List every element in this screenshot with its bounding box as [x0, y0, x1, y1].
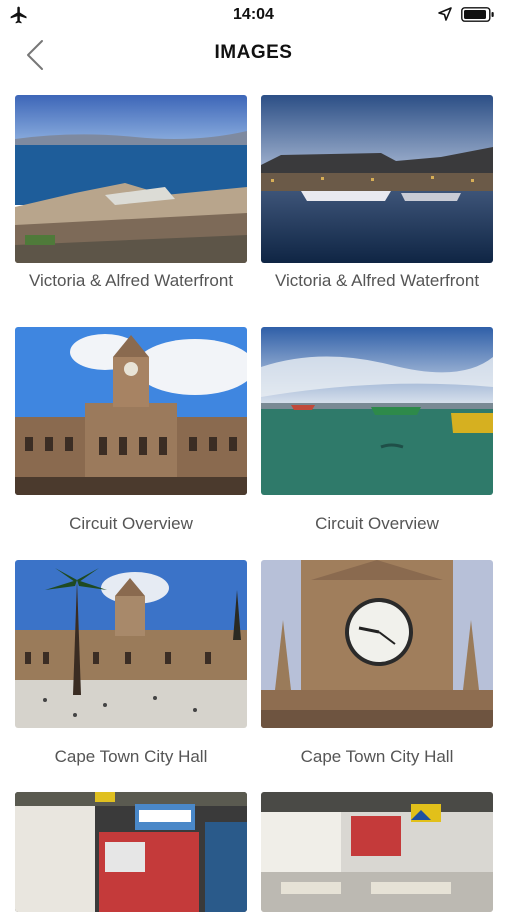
gallery-item[interactable] — [261, 792, 493, 918]
gallery-item[interactable] — [15, 792, 247, 918]
gallery-item[interactable]: Cape Town City Hall — [261, 560, 493, 768]
gallery-item[interactable]: Circuit Overview — [15, 327, 247, 535]
location-arrow-icon — [438, 7, 452, 21]
gallery-item[interactable]: Circuit Overview — [261, 327, 493, 535]
gallery-caption: Cape Town City Hall — [300, 747, 454, 766]
gallery-item[interactable]: Cape Town City Hall — [15, 560, 247, 768]
gallery-caption: Victoria & Alfred Waterfront — [28, 271, 234, 290]
status-bar: 14:04 — [0, 0, 507, 30]
gallery-image[interactable] — [15, 327, 247, 495]
gallery-image[interactable] — [261, 792, 493, 912]
gallery-image[interactable] — [261, 95, 493, 263]
page-title: IMAGES — [214, 42, 293, 63]
gallery-item[interactable]: Victoria & Alfred Waterfront — [15, 95, 247, 292]
battery-icon — [461, 7, 494, 22]
gallery-caption: Victoria & Alfred Waterfront — [274, 271, 480, 290]
gallery-image[interactable] — [15, 95, 247, 263]
gallery-image[interactable] — [261, 327, 493, 495]
gallery-image[interactable] — [15, 560, 247, 728]
gallery-caption: Circuit Overview — [315, 514, 439, 533]
status-time: 14:04 — [233, 6, 274, 23]
gallery-image[interactable] — [261, 560, 493, 728]
navigation-bar: IMAGES — [0, 30, 507, 80]
gallery-caption: Circuit Overview — [69, 514, 193, 533]
gallery-image[interactable] — [15, 792, 247, 912]
gallery-caption: Cape Town City Hall — [54, 747, 208, 766]
gallery-item[interactable]: Victoria & Alfred Waterfront — [261, 95, 493, 292]
